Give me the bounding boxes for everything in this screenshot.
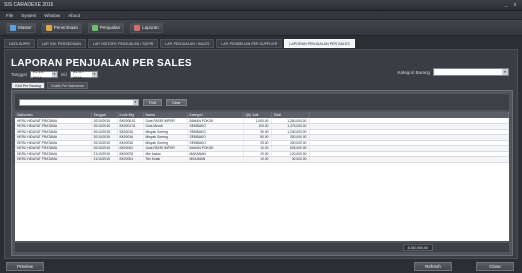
report-icon — [134, 24, 141, 31]
category-filter: Kategori Barang ▼ — [397, 68, 509, 76]
preview-button[interactable]: Preview — [6, 262, 44, 271]
tab-pembelian-supplier[interactable]: LAP. PEMBELIAN PER SUPPLIER — [216, 39, 283, 48]
table-row[interactable]: HERU HIDAYAT PRATAMA 21/10/2015 BK00004 Teh… — [15, 156, 509, 163]
grid-search-input[interactable]: ▼ — [19, 98, 139, 106]
cell-filler — [309, 156, 509, 163]
sales-table: Salesman Tanggal Kode Brg Nama Kategori … — [15, 112, 509, 163]
grid-footer: 5,340,000.00 — [15, 243, 509, 252]
tab-laporan-penjualan-per-sales[interactable]: LAPORAN PENJUALAN PER SALES — [284, 39, 355, 48]
tab-grafik-per-salesman[interactable]: Grafik Per Salesman — [46, 82, 89, 89]
close-button[interactable]: Close — [476, 262, 514, 271]
cart-icon — [92, 24, 99, 31]
date-filter: Tanggal 01-10-2014 ▼ s/d 31-07-2016 ▼ — [11, 68, 98, 80]
grid-toolbar: ▼ Find Clear — [15, 94, 509, 110]
kategori-label: Kategori Barang — [397, 69, 430, 75]
menu-window[interactable]: Window — [44, 13, 60, 18]
tab-inv-persediaan[interactable]: LAP. INV. PERSEDIAAN — [36, 39, 86, 48]
master-label: Master — [18, 25, 32, 30]
penerimaan-label: Penerimaan — [53, 25, 79, 30]
inbox-icon — [45, 24, 52, 31]
view-tabs: Grid Per Barang Grafik Per Salesman — [11, 82, 89, 89]
find-button[interactable]: Find — [143, 98, 162, 106]
penerimaan-button[interactable]: Penerimaan — [41, 22, 83, 33]
close-icon[interactable]: x — [512, 2, 518, 8]
tab-grid-per-barang[interactable]: Grid Per Barang — [11, 82, 45, 89]
calendar-dropdown-icon[interactable]: ▼ — [92, 72, 97, 77]
penjualan-label: Penjualan — [100, 25, 121, 30]
report-panel: LAPORAN PENJUALAN PER SALES Tanggal 01-1… — [4, 49, 518, 259]
laporan-label: Laporan — [142, 25, 159, 30]
tab-history-penjualan[interactable]: LAP. HISTORY PENJUALAN / SUPIR — [88, 39, 159, 48]
cell-nama: Teh Kotak — [143, 156, 188, 163]
page-title: LAPORAN PENJUALAN PER SALES — [11, 58, 192, 69]
tanggal-label: Tanggal — [11, 72, 27, 77]
window-title-bar: SIS CARADEXE 2016 _ x — [0, 0, 522, 11]
date-to-value: 31-07-2016 — [72, 68, 85, 80]
tab-penjualan-sales[interactable]: LAP. PENJUALAN / SALES — [160, 39, 215, 48]
cell-qty: 10.00 — [243, 156, 272, 163]
document-tab-strip: DATA SUPIR LAP. INV. PERSEDIAAN LAP. HIS… — [4, 39, 355, 48]
menu-file[interactable]: File — [6, 13, 13, 18]
data-grid: ▼ Find Clear Salesman Tanggal Kode Brg N… — [11, 90, 513, 256]
cell-total: 30,000.00 — [271, 156, 310, 163]
cell-kode: BK00004 — [117, 156, 144, 163]
chevron-down-icon[interactable]: ▼ — [133, 99, 138, 105]
laporan-button[interactable]: Laporan — [130, 22, 163, 33]
date-from-value: 01-10-2014 — [32, 68, 45, 80]
cell-salesman: HERU HIDAYAT PRATAMA — [15, 156, 92, 163]
penjualan-button[interactable]: Penjualan — [88, 22, 125, 33]
calendar-dropdown-icon[interactable]: ▼ — [52, 72, 57, 77]
window-title: SIS CARADEXE 2016 — [4, 2, 54, 8]
cell-kategori: MINUMAN — [187, 156, 244, 163]
database-icon — [10, 24, 16, 31]
bottom-bar: Preview Refresh Close — [0, 259, 522, 273]
master-button[interactable]: Master — [6, 22, 36, 33]
menu-bar: File System Window About — [0, 11, 522, 20]
clear-button[interactable]: Clear — [166, 98, 187, 106]
date-to-field[interactable]: 31-07-2016 ▼ — [69, 68, 98, 80]
chevron-down-icon[interactable]: ▼ — [502, 69, 508, 75]
menu-about[interactable]: About — [68, 13, 80, 18]
cell-tanggal: 21/10/2015 — [91, 156, 118, 163]
window-controls: _ x — [503, 2, 518, 8]
tab-data-supir[interactable]: DATA SUPIR — [4, 39, 35, 48]
menu-system[interactable]: System — [21, 13, 36, 18]
date-from-field[interactable]: 01-10-2014 ▼ — [29, 68, 58, 80]
grand-total: 5,340,000.00 — [402, 244, 433, 251]
main-toolbar: Master Penerimaan Penjualan Laporan — [0, 20, 522, 36]
minimize-icon[interactable]: _ — [503, 2, 509, 8]
kategori-select[interactable]: ▼ — [433, 68, 509, 76]
refresh-button[interactable]: Refresh — [414, 262, 452, 271]
grid-table-area[interactable]: Salesman Tanggal Kode Brg Nama Kategori … — [15, 112, 509, 241]
sd-label: s/d — [60, 72, 67, 77]
